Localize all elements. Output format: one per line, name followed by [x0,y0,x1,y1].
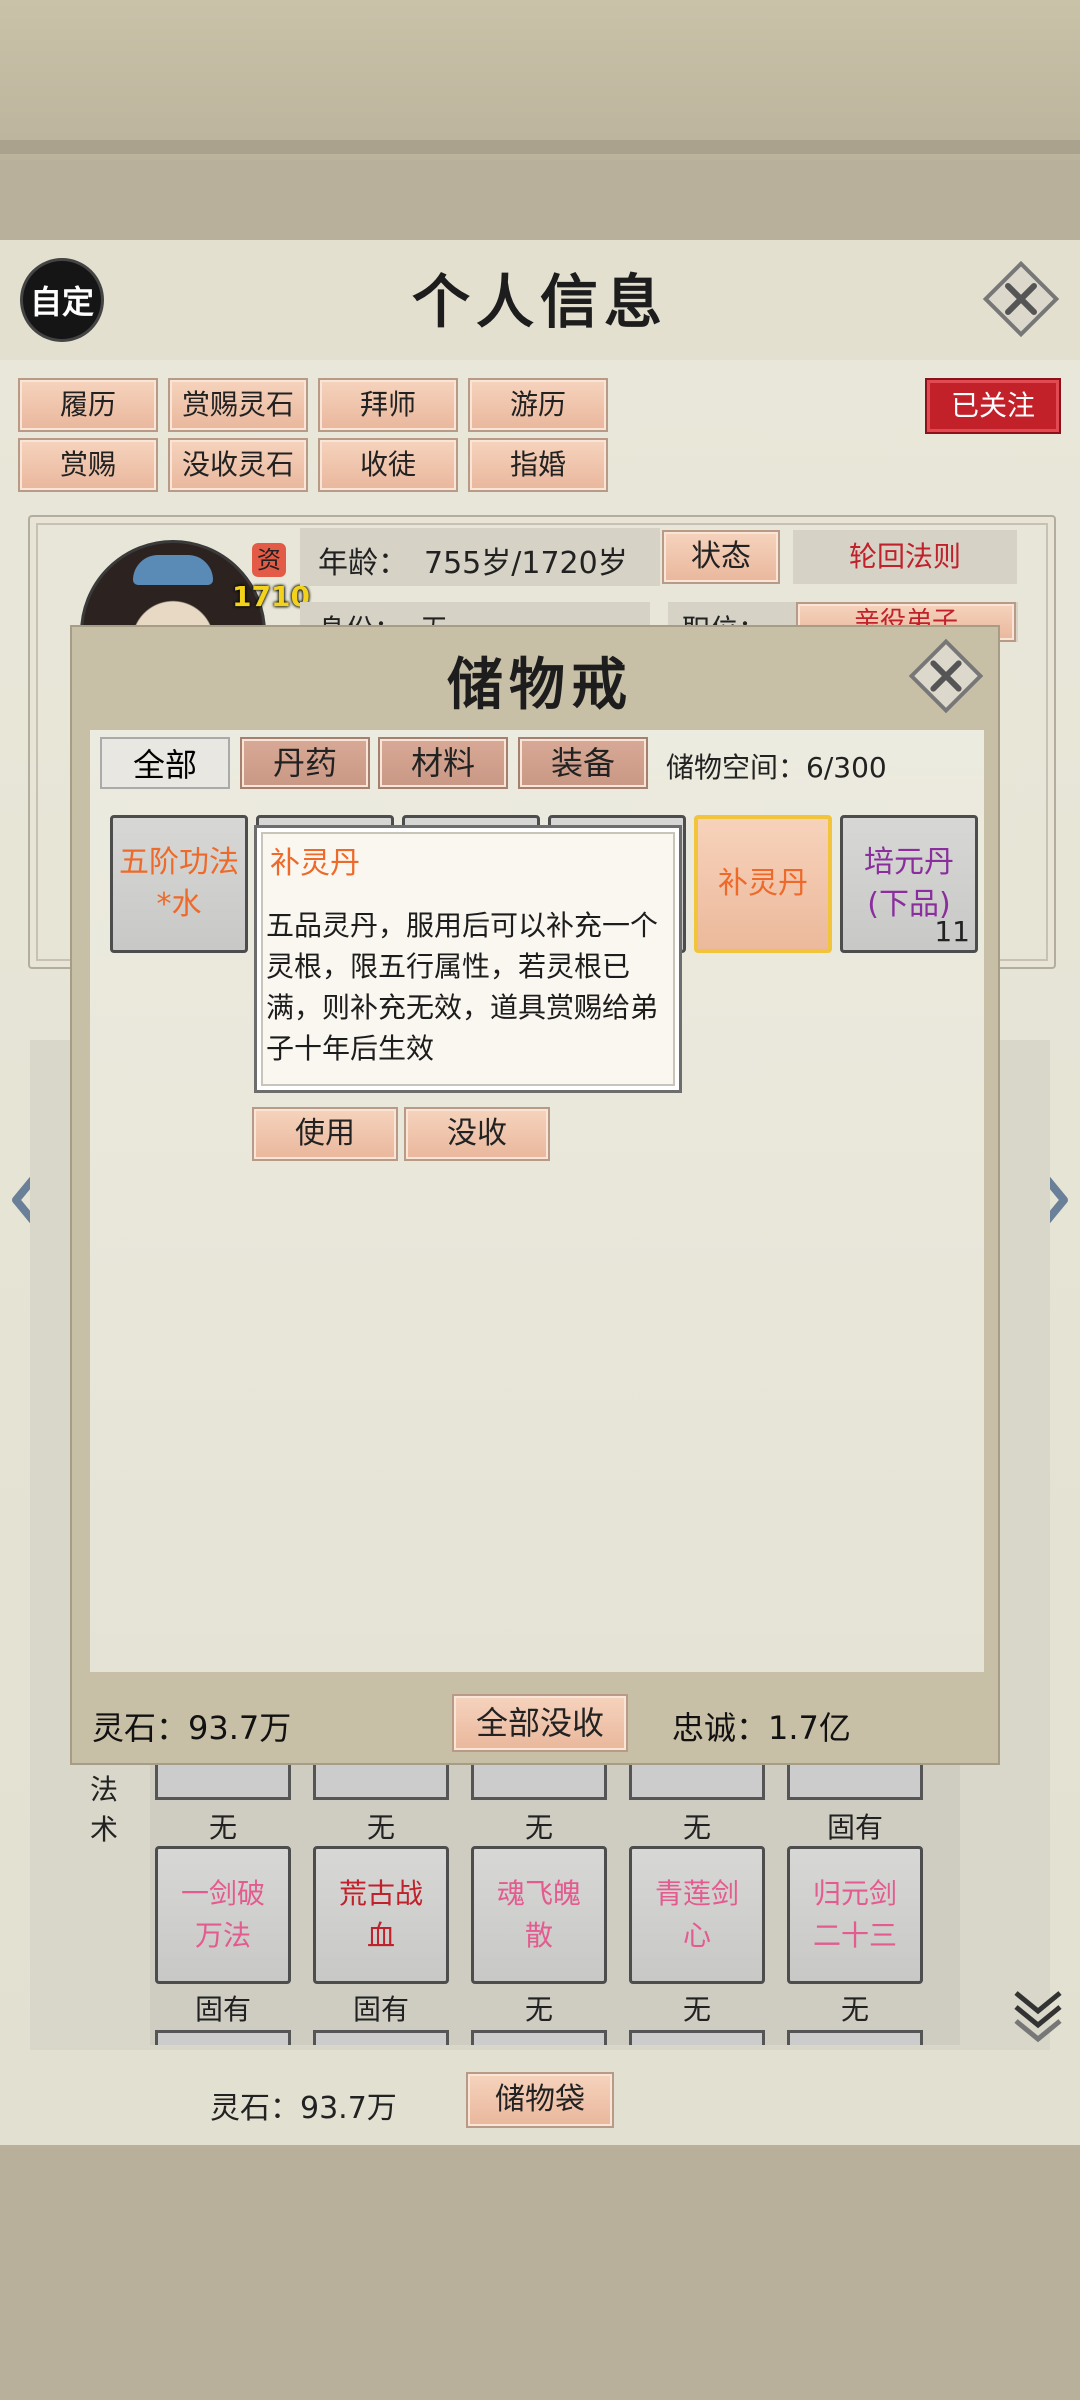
spell-tag: 固有 [194,1993,251,2026]
spell-row3-stubs [155,2030,935,2045]
reincarnation-button[interactable]: 轮回法则 [793,530,1017,584]
tooltip-description: 五品灵丹，服用后可以补充一个灵根，限五行属性，若灵根已满，则补充无效，道具赏赐给… [266,909,659,1065]
status-button[interactable]: 状态 [662,530,780,584]
spell-tag: 无 [524,1993,553,2026]
reward-stones-button[interactable]: 赏赐灵石 [168,378,308,432]
page-title: 个人信息 [411,268,668,336]
follow-badge[interactable]: 已关注 [925,378,1061,434]
spell-tile[interactable]: 荒古战血 [313,1846,449,1984]
spell-row2-tags: 固有 固有 无 无 无 [155,1988,935,2026]
tab-materials[interactable]: 材料 [378,737,508,789]
spells-section-label: 法术 [90,1773,119,1846]
spell-tile[interactable]: 归元剑二十三 [787,1846,923,1984]
spell-tag: 无 [208,1811,237,1844]
spell-tag: 无 [840,1993,869,2026]
spell-row2: 一剑破万法 荒古战血 魂飞魄散 青莲剑心 归元剑二十三 [155,1846,935,1984]
top-scroll-edge [0,140,1080,154]
tab-all[interactable]: 全部 [100,737,230,789]
confiscate-button[interactable]: 没收 [404,1107,550,1161]
spell-tag: 无 [366,1811,395,1844]
item-count: 11 [934,915,970,948]
scroll-down-button[interactable] [1010,1985,1066,2045]
close-button[interactable] [980,258,1062,340]
top-button-grid: 履历 赏赐灵石 拜师 游历 赏赐 没收灵石 收徒 指婚 [18,378,618,496]
tab-equipment[interactable]: 装备 [518,737,648,789]
storage-capacity: 储物空间：6/300 [666,751,887,784]
tab-pills[interactable]: 丹药 [240,737,370,789]
spell-row1-tiles [155,1760,935,1800]
spell-tag: 固有 [352,1993,409,2026]
bottom-band [0,2145,1080,2400]
reward-button[interactable]: 赏赐 [18,438,158,492]
double-chevron-down-icon [1014,1991,1062,2043]
close-icon [982,260,1060,338]
confiscate-stones-button[interactable]: 没收灵石 [168,438,308,492]
close-icon [908,638,984,714]
age-label: 年龄： [318,546,408,581]
top-banner [0,0,1080,160]
storage-spirit-stone: 灵石：93.7万 [92,1709,292,1747]
spell-tile[interactable]: 魂飞魄散 [471,1846,607,1984]
storage-close-button[interactable] [906,636,986,716]
auto-button[interactable]: 自定 [20,258,104,342]
item-tile-selected[interactable]: 补灵丹 [694,815,832,953]
footer-spirit-stone: 灵石：93.7万 [210,2091,397,2126]
aptitude-value: 1710 [232,580,310,613]
aptitude-label: 资 [252,543,286,577]
confiscate-all-button[interactable]: 全部没收 [452,1694,628,1752]
use-button[interactable]: 使用 [252,1107,398,1161]
travel-button[interactable]: 游历 [468,378,608,432]
spell-tile[interactable]: 一剑破万法 [155,1846,291,1984]
spell-tag: 无 [524,1811,553,1844]
age-value: 755岁/1720岁 [424,546,628,581]
item-name: 培元丹(下品) [864,845,954,922]
spell-tag: 无 [682,1993,711,2026]
take-disciple-button[interactable]: 收徒 [318,438,458,492]
storage-bag-button[interactable]: 储物袋 [466,2072,614,2128]
take-master-button[interactable]: 拜师 [318,378,458,432]
loyalty-value: 忠诚：1.7亿 [672,1709,851,1747]
arrange-marriage-button[interactable]: 指婚 [468,438,608,492]
spell-tag: 无 [682,1811,711,1844]
spell-tile[interactable]: 青莲剑心 [629,1846,765,1984]
tooltip-title: 补灵丹 [270,846,360,881]
spell-tag: 固有 [826,1811,883,1844]
storage-title: 储物戒 [447,652,633,718]
item-tile[interactable]: 五阶功法*水 [110,815,248,953]
spell-row1-tags: 无 无 无 无 固有 [155,1806,935,1844]
history-button[interactable]: 履历 [18,378,158,432]
